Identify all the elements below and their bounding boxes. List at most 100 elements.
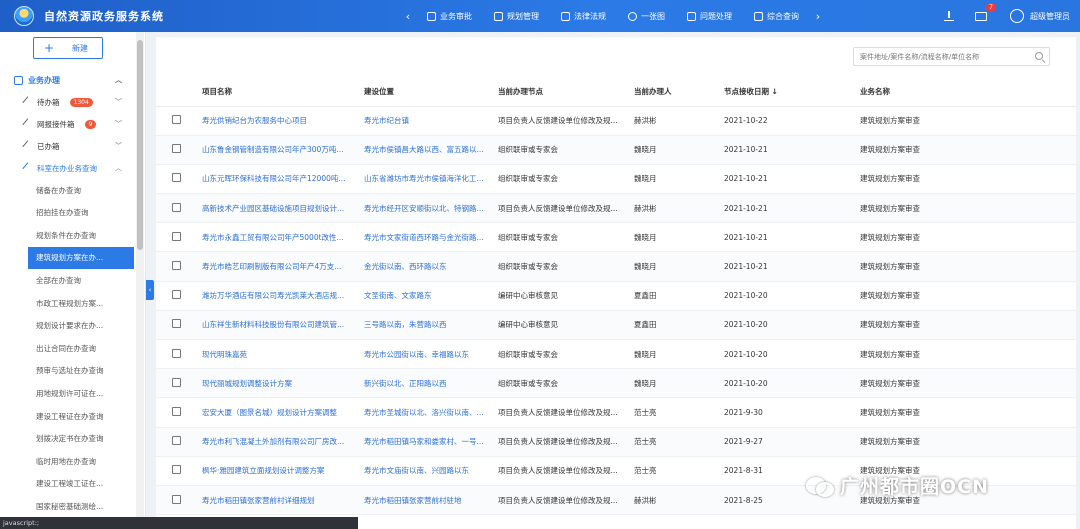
sidebar-leaf-item[interactable]: 建设工程证在办查询 bbox=[0, 405, 136, 427]
nav-item-law[interactable]: 法律法规 bbox=[561, 11, 606, 22]
sidebar-leaf-item[interactable]: 市政工程规划方案... bbox=[0, 292, 136, 314]
sidebar-leaf-item[interactable]: 预审与选址在办查询 bbox=[0, 360, 136, 382]
row-checkbox[interactable] bbox=[172, 494, 181, 504]
nav-item-query[interactable]: 综合查询 bbox=[754, 11, 799, 22]
cell-business-name: 建筑规划方案审查 bbox=[860, 427, 1076, 457]
table-row[interactable]: 潍坊万华酒店有限公司寿光凯莱大酒店规... 文圣街南、文家路东 编研中心审核意见 夏鑫… bbox=[156, 281, 1076, 311]
sidebar-leaf-item[interactable]: 国家秘密基础测绘... bbox=[0, 495, 136, 517]
table-row[interactable]: 寿光市利飞混凝土外加剂有限公司厂房改... 寿光市稻田镇马家和娄家村、一号... 项… bbox=[156, 427, 1076, 457]
table-row[interactable]: 寿光供销纪台为农服务中心项目 寿光市纪台镇 项目负责人反馈建设单位修改及规... 赫洪… bbox=[156, 106, 1076, 136]
pen-icon bbox=[22, 162, 34, 174]
row-checkbox[interactable] bbox=[172, 406, 181, 416]
cell-location: 寿光市圣城街以北、洛兴街以南、... bbox=[364, 397, 498, 428]
cell-project-name[interactable]: 寿光市皓艺印刷制版有限公司年产4万支... bbox=[202, 251, 364, 282]
sidebar-leaf-item[interactable]: 出让合同在办查询 bbox=[0, 337, 136, 359]
sidebar-leaf-item[interactable]: 规划设计要求在办... bbox=[0, 315, 136, 337]
cell-project-name[interactable]: 寿光市永鑫工贸有限公司年产5000t改性... bbox=[202, 222, 364, 253]
sidebar-item-done[interactable]: 已办箱 ﹀ bbox=[0, 135, 136, 157]
sidebar-leaf-item[interactable]: 划拨决定书在办查询 bbox=[0, 428, 136, 450]
sidebar-leaf-item[interactable]: 规划条件在办查询 bbox=[0, 224, 136, 246]
sidebar-item-todo[interactable]: 待办箱 1304 ﹀ bbox=[0, 91, 136, 113]
row-checkbox[interactable] bbox=[172, 319, 181, 329]
menu-group-business[interactable]: 业务办理 ︿ bbox=[0, 69, 136, 91]
row-checkbox[interactable] bbox=[172, 202, 181, 212]
search-icon[interactable] bbox=[1035, 52, 1043, 60]
cell-node: 项目负责人反馈建设单位修改及规... bbox=[498, 193, 634, 224]
sidebar-leaf-item[interactable]: 建设工程竣工证在... bbox=[0, 473, 136, 495]
table-row[interactable]: 现代明珠嘉苑 寿光市公园街以南、幸福路以东 组织联审或专家会 魏晓月 2021-10-2… bbox=[156, 339, 1076, 370]
search-input[interactable] bbox=[860, 52, 1030, 61]
row-checkbox[interactable] bbox=[172, 348, 181, 358]
cell-handler: 魏晓月 bbox=[634, 164, 724, 195]
search-box[interactable] bbox=[853, 47, 1050, 66]
nav-item-map[interactable]: 一张图 bbox=[628, 11, 665, 22]
row-checkbox[interactable] bbox=[172, 261, 181, 271]
table-row[interactable]: 寿光市皓艺印刷制版有限公司年产4万支... 金光街以南、西环路以东 组织联审或专家会… bbox=[156, 251, 1076, 282]
table-row[interactable]: 高新技术产业园区基础设施项目规划设计... 寿光市经开区安顺街以北、特钢路... 项… bbox=[156, 193, 1076, 224]
row-checkbox[interactable] bbox=[172, 290, 181, 300]
law-icon bbox=[561, 11, 570, 21]
cell-project-name[interactable]: 山东鲁金钢管制造有限公司年产300万吨... bbox=[202, 135, 364, 165]
row-checkbox[interactable] bbox=[172, 173, 181, 183]
collapse-sidebar-button[interactable]: ‹ bbox=[146, 280, 154, 300]
cell-project-name[interactable]: 现代丽城规划调整设计方案 bbox=[202, 368, 364, 399]
cell-date: 2021-10-20 bbox=[724, 310, 860, 341]
table-header-row: 项目名称 建设位置 当前办理节点 当前办理人 节点接收日期 ↓ 业务名称 bbox=[156, 77, 1076, 107]
cell-project-name[interactable]: 枫华·雅园建筑立面规划设计调整方案 bbox=[202, 456, 364, 486]
row-checkbox[interactable] bbox=[172, 436, 181, 446]
table-row[interactable]: 宏安大厦（图景名城）规划设计方案调整 寿光市圣城街以北、洛兴街以南、... 项目负责… bbox=[156, 397, 1076, 428]
sidebar-leaf-item[interactable]: 用地规划许可证在... bbox=[0, 382, 136, 404]
cell-node: 组织联审或专家会 bbox=[498, 135, 634, 165]
row-checkbox[interactable] bbox=[172, 377, 181, 387]
user-avatar-icon[interactable] bbox=[1010, 9, 1024, 23]
table-row[interactable]: 山东鲁金钢管制造有限公司年产300万吨... 寿光市侯镇昌大路以西、富五路以...… bbox=[156, 135, 1076, 165]
mail-button[interactable]: 7 bbox=[974, 3, 996, 23]
cell-project-name[interactable]: 寿光供销纪台为农服务中心项目 bbox=[202, 106, 364, 136]
header-date-sort[interactable]: 节点接收日期 ↓ bbox=[724, 77, 860, 107]
cell-project-name[interactable]: 现代明珠嘉苑 bbox=[202, 339, 364, 370]
chevron-up-icon: ︿ bbox=[115, 76, 122, 84]
sidebar-leaf-item[interactable]: 全部在办查询 bbox=[0, 269, 136, 291]
cell-node: 项目负责人反馈建设单位修改及规... bbox=[498, 427, 634, 457]
nav-next-icon[interactable]: › bbox=[810, 10, 826, 23]
row-checkbox[interactable] bbox=[172, 465, 181, 475]
cell-date: 2021-10-21 bbox=[724, 193, 860, 224]
cell-project-name[interactable]: 潍坊万华酒店有限公司寿光凯莱大酒店规... bbox=[202, 281, 364, 311]
cell-project-name[interactable]: 山东元晖环保科技有限公司年产12000吨... bbox=[202, 164, 364, 195]
cell-date: 2021-10-20 bbox=[724, 281, 860, 311]
table-row[interactable]: 山东元晖环保科技有限公司年产12000吨... 山东省潍坊市寿光市侯镇海洋化工..… bbox=[156, 164, 1076, 195]
sidebar-item-dept-query[interactable]: 科室在办业务查询 ︿ bbox=[0, 157, 136, 179]
cell-location: 新兴街以北、正阳路以西 bbox=[364, 368, 498, 399]
nav-prev-icon[interactable]: ‹ bbox=[400, 10, 416, 23]
cell-project-name[interactable]: 山东祥生新材料科技股份有限公司建筑管... bbox=[202, 310, 364, 341]
cell-date: 2021-10-20 bbox=[724, 339, 860, 370]
top-nav: 业务审批 规划管理 法律法规 一张图 问题处理 综合查询 bbox=[416, 11, 810, 22]
cell-node: 项目负责人反馈建设单位修改及规... bbox=[498, 397, 634, 428]
sidebar-leaf-item[interactable]: 临时用地在办查询 bbox=[0, 450, 136, 472]
row-checkbox[interactable] bbox=[172, 231, 181, 241]
table-row[interactable]: 现代丽城规划调整设计方案 新兴街以北、正阳路以西 组织联审或专家会 魏晓月 2021-1… bbox=[156, 368, 1076, 399]
row-checkbox[interactable] bbox=[172, 115, 181, 125]
cell-project-name[interactable]: 宏安大厦（图景名城）规划设计方案调整 bbox=[202, 397, 364, 428]
sidebar-leaf-item[interactable]: 建筑规划方案在办... bbox=[28, 246, 134, 269]
nav-item-issue[interactable]: 问题处理 bbox=[687, 11, 732, 22]
sidebar-leaf-item[interactable]: 招拍挂在办查询 bbox=[0, 202, 136, 224]
sidebar-scrollbar[interactable] bbox=[136, 32, 144, 529]
cell-project-name[interactable]: 寿光市稻田镇张家营前村详细规划 bbox=[202, 485, 364, 516]
user-name[interactable]: 超级管理员 bbox=[1030, 11, 1070, 22]
new-button[interactable]: + 新建 bbox=[33, 37, 103, 59]
cell-node: 编研中心审核意见 bbox=[498, 281, 634, 311]
table-row[interactable]: 寿光市永鑫工贸有限公司年产5000t改性... 寿光市文家街道西环路与金光街路..… bbox=[156, 222, 1076, 253]
cell-date: 2021-10-21 bbox=[724, 135, 860, 165]
scrollbar-thumb[interactable] bbox=[137, 40, 143, 250]
cell-project-name[interactable]: 高新技术产业园区基础设施项目规划设计... bbox=[202, 193, 364, 224]
sidebar-item-online-inbox[interactable]: 网报接件箱 9 ﹀ bbox=[0, 113, 136, 135]
nav-item-planning[interactable]: 规划管理 bbox=[494, 11, 539, 22]
nav-item-approval[interactable]: 业务审批 bbox=[427, 11, 472, 22]
cell-project-name[interactable]: 寿光市利飞混凝土外加剂有限公司厂房改... bbox=[202, 427, 364, 457]
row-checkbox[interactable] bbox=[172, 144, 181, 154]
table-row[interactable]: 山东祥生新材料科技股份有限公司建筑管... 三号路以南，朱营路以西 编研中心审核意见… bbox=[156, 310, 1076, 341]
cell-date: 2021-10-20 bbox=[724, 368, 860, 399]
download-button[interactable] bbox=[942, 9, 956, 23]
sidebar-leaf-item[interactable]: 储备在办查询 bbox=[0, 179, 136, 201]
